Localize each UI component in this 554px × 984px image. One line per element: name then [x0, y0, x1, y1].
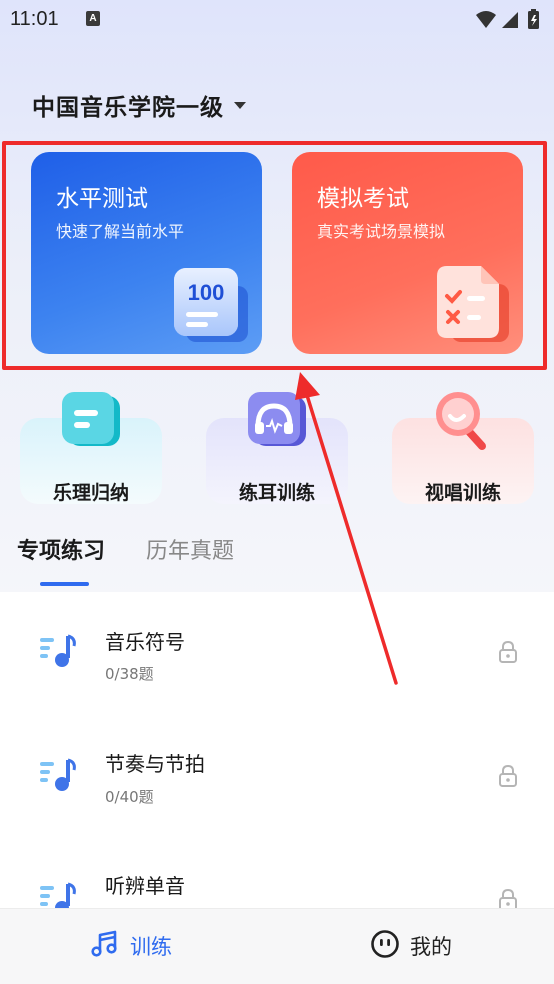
category-label: 视唱训练	[424, 482, 501, 504]
status-time: 11:01	[10, 8, 59, 30]
practice-list: 音乐符号 0/38题 节奏与节拍 0/40题 听辨单音	[0, 592, 554, 915]
category-label: 练耳训练	[238, 482, 315, 504]
highlight-annotation-box	[2, 141, 547, 370]
wifi-icon	[476, 11, 496, 28]
music-list-icon	[38, 756, 78, 800]
music-list-icon	[38, 632, 78, 676]
tab-indicator	[40, 582, 89, 586]
microphone-icon	[430, 390, 496, 458]
item-title: 听辨单音	[105, 874, 185, 898]
music-note-icon	[90, 929, 120, 963]
status-icons	[474, 8, 546, 34]
item-title: 节奏与节拍	[105, 752, 205, 776]
category-music-theory[interactable]: 乐理归纳	[20, 390, 162, 506]
category-sight-singing[interactable]: 视唱训练	[392, 390, 534, 506]
list-item[interactable]: 音乐符号 0/38题	[0, 612, 554, 722]
list-item[interactable]: 节奏与节拍 0/40题	[0, 736, 554, 846]
bottom-nav: 训练 我的	[0, 908, 554, 984]
category-label: 乐理归纳	[52, 482, 129, 504]
nav-training-label: 训练	[130, 935, 172, 959]
nav-mine[interactable]: 我的	[370, 929, 452, 963]
item-count: 0/38题	[105, 665, 154, 683]
item-title: 音乐符号	[105, 630, 185, 654]
face-icon	[370, 929, 400, 963]
caret-down-icon	[234, 101, 246, 109]
item-count: 0/40题	[105, 788, 154, 806]
notification-icon: A	[86, 11, 100, 26]
notes-icon	[58, 390, 124, 458]
lock-icon	[498, 764, 518, 792]
category-ear-training[interactable]: 练耳训练	[206, 390, 348, 506]
page-title: 中国音乐学院一级	[32, 95, 224, 121]
tab-special-practice[interactable]: 专项练习	[17, 533, 105, 565]
status-bar: 11:01 A	[0, 0, 554, 38]
level-selector[interactable]: 中国音乐学院一级	[32, 88, 246, 122]
nav-mine-label: 我的	[410, 935, 452, 959]
tab-past-exams[interactable]: 历年真题	[146, 533, 234, 565]
headphones-icon	[244, 390, 310, 458]
signal-icon	[502, 12, 518, 28]
lock-icon	[498, 640, 518, 668]
nav-training[interactable]: 训练	[90, 929, 172, 963]
